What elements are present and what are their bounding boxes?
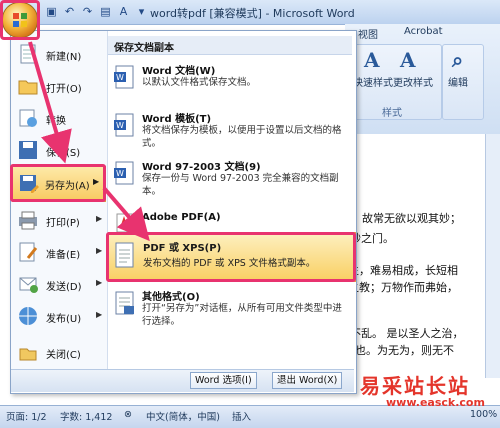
language-indicator[interactable]: 中文(简体，中国): [146, 409, 220, 423]
word-document-icon: W: [114, 65, 134, 89]
word-options-button[interactable]: Word 选项(I): [190, 372, 257, 389]
font-color-icon[interactable]: A: [116, 4, 131, 19]
submenu-title: 保存文档副本: [114, 43, 174, 54]
doc-line: 也。为无为，则无不: [355, 344, 454, 357]
option-description: 打开“另存为”对话框，从所有可用文件类型中进行选择。: [142, 303, 342, 327]
quick-style-icon[interactable]: A: [364, 48, 380, 72]
option-title: 其他格式(O): [142, 292, 200, 303]
menu-item-convert[interactable]: 转换: [14, 104, 104, 132]
word-options-label: Word 选项(I): [195, 375, 252, 386]
other-formats-icon: [115, 291, 134, 315]
submenu-arrow-icon: ▶: [96, 310, 103, 319]
menu-item-label: 发布(U): [46, 314, 82, 325]
menu-item-prepare[interactable]: 准备(E) ▶: [14, 238, 104, 266]
page-counter[interactable]: 页面: 1/2: [6, 409, 47, 423]
save-as-highlight: [10, 164, 106, 202]
save-as-word-document[interactable]: W Word 文档(W) 以默认文件格式保存文档。: [112, 62, 350, 96]
option-description: 以默认文件格式保存文档。: [142, 77, 257, 88]
svg-text:W: W: [116, 121, 124, 130]
submenu-arrow-icon: ▶: [96, 246, 103, 255]
menu-item-print[interactable]: 打印(P) ▶: [14, 206, 104, 234]
svg-text:W: W: [116, 73, 124, 82]
menu-item-open[interactable]: 打开(O): [14, 72, 104, 100]
print-icon: [19, 211, 37, 230]
tab-acrobat[interactable]: Acrobat: [404, 26, 443, 37]
prepare-icon: [19, 242, 38, 262]
menu-item-new[interactable]: 新建(N): [14, 40, 104, 68]
submenu-arrow-icon: ▶: [96, 214, 103, 223]
menu-item-send[interactable]: 发送(D) ▶: [14, 270, 104, 298]
vertical-scrollbar[interactable]: [485, 134, 500, 378]
watermark-title: 易采站长站: [360, 374, 470, 398]
option-title: Adobe PDF(A): [142, 212, 221, 223]
save-as-other-formats[interactable]: 其他格式(O) 打开“另存为”对话框，从所有可用文件类型中进行选择。: [112, 288, 350, 328]
convert-icon: [19, 109, 37, 127]
save-as-word-97-2003[interactable]: W Word 97-2003 文档(9) 保存一份与 Word 97-2003 …: [112, 158, 350, 197]
word-count[interactable]: 字数: 1,412: [60, 409, 112, 423]
menu-item-label: 打印(P): [46, 218, 80, 229]
word-template-icon: W: [114, 113, 134, 137]
new-document-icon: [20, 44, 36, 64]
quick-style-button[interactable]: 快速样式: [353, 74, 393, 89]
tab-view[interactable]: 视图: [358, 26, 378, 41]
save-as-adobe-pdf[interactable]: Adobe PDF(A): [112, 208, 350, 233]
publish-icon: [19, 307, 37, 325]
doc-line: 故常无欲以观其妙；: [362, 212, 461, 225]
insert-mode[interactable]: 插入: [232, 409, 251, 423]
exit-word-label: 退出 Word(X): [277, 375, 338, 386]
menu-item-publish[interactable]: 发布(U) ▶: [14, 302, 104, 330]
close-document-icon: [19, 348, 37, 361]
menu-item-label: 发送(D): [46, 282, 82, 293]
office-button-highlight: [0, 0, 40, 40]
open-folder-icon: [18, 80, 38, 95]
menu-item-label: 新建(N): [46, 52, 82, 63]
save-as-word-template[interactable]: W Word 模板(T) 将文档保存为模板，以便用于设置以后文档的格式。: [112, 110, 350, 150]
redo-icon[interactable]: ↷: [80, 4, 95, 19]
change-style-button[interactable]: 更改样式: [393, 74, 433, 89]
option-description: 将文档保存为模板，以便用于设置以后文档的格式。: [142, 125, 342, 149]
zoom-level[interactable]: 100%: [470, 409, 497, 420]
save-disk-icon: [19, 141, 37, 159]
menu-item-label: 准备(E): [46, 250, 81, 261]
menu-item-label: 打开(O): [46, 84, 82, 95]
pdf-xps-highlight: [106, 232, 356, 282]
option-title: Word 文档(W): [142, 66, 216, 77]
find-icon[interactable]: ⌕: [452, 48, 463, 72]
window-title: word转pdf [兼容模式] - Microsoft Word: [150, 7, 355, 20]
menu-item-close[interactable]: 关闭(C): [14, 338, 104, 366]
menu-item-label: 关闭(C): [46, 350, 81, 361]
menu-item-label: 转换: [46, 116, 66, 127]
doc-line: 之教；万物作而弗始，: [348, 281, 458, 294]
option-title: Word 97-2003 文档(9): [142, 162, 261, 173]
customize-quick-access-icon[interactable]: ▾: [134, 4, 149, 19]
submenu-arrow-icon: ▶: [96, 278, 103, 287]
change-style-icon[interactable]: A: [400, 48, 416, 72]
menu-item-save[interactable]: 保存(S): [14, 136, 104, 164]
word-97-document-icon: W: [114, 161, 134, 185]
option-description: 保存一份与 Word 97-2003 完全兼容的文档副本。: [142, 173, 339, 197]
style-group-label: 样式: [382, 108, 402, 119]
proofing-icon[interactable]: ⊗: [124, 409, 132, 420]
submenu-header: 保存文档副本: [108, 36, 352, 55]
watermark-url: www.easck.com: [386, 396, 485, 409]
doc-line: 不乱。 是以圣人之治，: [350, 327, 464, 340]
edit-button[interactable]: 编辑: [448, 74, 468, 89]
doc-line: 生，难易相成，长短相: [348, 264, 458, 277]
exit-word-button[interactable]: 退出 Word(X): [272, 372, 343, 389]
option-title: Word 模板(T): [142, 114, 212, 125]
send-icon: [19, 277, 38, 293]
menu-item-label: 保存(S): [46, 148, 81, 159]
undo-icon[interactable]: ↶: [62, 4, 77, 19]
save-icon[interactable]: ▣: [44, 4, 59, 19]
svg-text:W: W: [116, 169, 124, 178]
insert-icon[interactable]: ▤: [98, 4, 113, 19]
